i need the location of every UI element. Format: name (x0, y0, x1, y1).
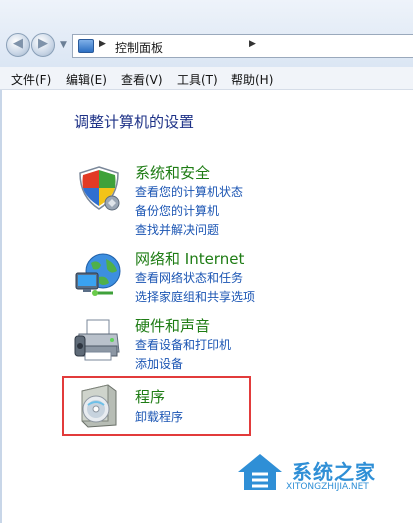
control-panel-icon (78, 39, 94, 53)
highlight-box (62, 376, 251, 436)
network-globe-icon (75, 253, 121, 296)
link-add-device[interactable]: 添加设备 (135, 355, 183, 372)
menu-bar: 文件(F) 编辑(E) 查看(V) 工具(T) 帮助(H) (0, 67, 413, 90)
watermark-text: 系统之家 (292, 460, 376, 484)
link-backup-computer[interactable]: 备份您的计算机 (135, 202, 219, 219)
link-view-computer-status[interactable]: 查看您的计算机状态 (135, 183, 243, 200)
house-logo-icon (238, 454, 282, 490)
back-arrow-icon: ◀ (13, 36, 23, 51)
watermark: 系统之家 XITONGZHIJIA.NET (234, 448, 406, 498)
menu-file[interactable]: 文件(F) (11, 71, 51, 88)
category-title-network[interactable]: 网络和 Internet (135, 248, 244, 269)
page-title: 调整计算机的设置 (74, 113, 195, 131)
link-homegroup-sharing[interactable]: 选择家庭组和共享选项 (135, 288, 255, 305)
menu-tools[interactable]: 工具(T) (177, 71, 218, 88)
link-devices-printers[interactable]: 查看设备和打印机 (135, 336, 231, 353)
link-troubleshoot[interactable]: 查找并解决问题 (135, 221, 219, 238)
category-title-system-security[interactable]: 系统和安全 (135, 162, 210, 183)
forward-arrow-icon: ▶ (38, 36, 48, 51)
back-button[interactable]: ◀ (6, 33, 30, 57)
printer-icon (74, 319, 120, 361)
menu-edit[interactable]: 编辑(E) (66, 71, 107, 88)
chevron-right-icon[interactable]: ▶ (249, 39, 256, 49)
forward-button[interactable]: ▶ (31, 33, 55, 57)
sidebar-edge (0, 90, 2, 523)
address-field[interactable]: ▶ 控制面板 ▶ (72, 34, 413, 58)
menu-view[interactable]: 查看(V) (121, 71, 163, 88)
watermark-url: XITONGZHIJIA.NET (286, 482, 369, 492)
address-bar: ◀ ▶ ▼ ▶ 控制面板 ▶ (0, 0, 413, 67)
chevron-down-icon[interactable]: ▼ (60, 40, 67, 50)
link-view-network-status[interactable]: 查看网络状态和任务 (135, 269, 243, 286)
menu-help[interactable]: 帮助(H) (231, 71, 273, 88)
security-shield-icon (79, 166, 120, 211)
category-title-hardware-sound[interactable]: 硬件和声音 (135, 315, 210, 336)
breadcrumb[interactable]: 控制面板 (115, 39, 163, 56)
chevron-right-icon[interactable]: ▶ (99, 39, 106, 49)
